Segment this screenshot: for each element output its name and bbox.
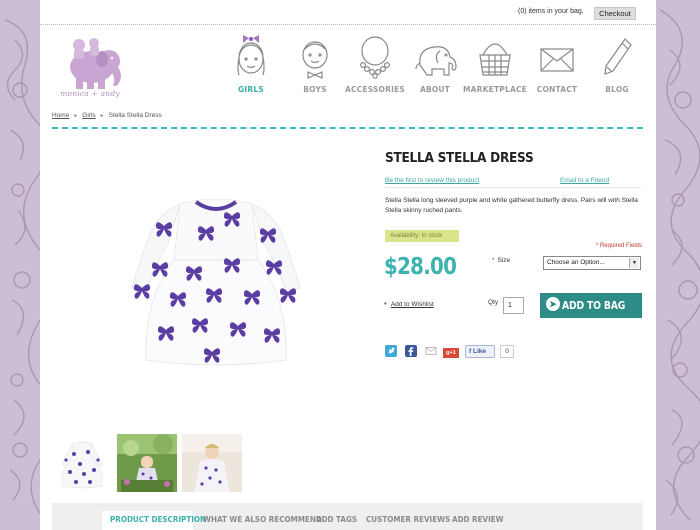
product-description: Stella Stella long sleeved purple and wh… <box>385 197 638 214</box>
twitter-icon[interactable] <box>385 345 397 357</box>
girl-face-icon <box>237 35 265 76</box>
google-plus-icon[interactable]: g+1 <box>443 348 459 358</box>
thumbs-up-icon: f <box>469 348 472 355</box>
like-count: 0 <box>500 345 514 358</box>
page-container: (0) items in your bag. Checkout monica +… <box>40 0 656 530</box>
product-price: $28.00 <box>384 254 457 280</box>
breadcrumb-separator-icon: ► <box>73 113 79 119</box>
logo-text: monica + andy <box>60 89 120 98</box>
breadcrumb: Home ► Girls ► Stella Stella Dress <box>52 112 162 119</box>
review-link[interactable]: Be the first to review this product <box>385 177 479 184</box>
product-title: STELLA STELLA DRESS <box>385 150 534 166</box>
thumbnail-dress[interactable] <box>52 434 112 492</box>
qty-input[interactable]: 1 <box>503 297 524 314</box>
email-friend-link[interactable]: Email to a Friend <box>560 177 609 184</box>
nav-item-girls[interactable]: GIRLS <box>214 35 288 94</box>
product-main-image[interactable] <box>102 192 330 370</box>
divider <box>385 187 641 188</box>
checkout-button[interactable]: Checkout <box>594 7 636 20</box>
size-label-text: Size <box>497 257 511 264</box>
bag-count-text: (0) items in your bag. <box>518 8 584 15</box>
breadcrumb-current: Stella Stella Dress <box>108 112 162 119</box>
qty-label: Qty <box>488 299 499 306</box>
facebook-icon[interactable] <box>405 345 417 357</box>
section-divider <box>52 127 643 129</box>
nav-label-girls: GIRLS <box>238 85 264 94</box>
nav-label-blog: BLOG <box>605 85 629 94</box>
like-label: Like <box>472 348 486 355</box>
email-share-icon[interactable] <box>425 345 437 357</box>
chevron-down-icon: ▼ <box>629 258 639 268</box>
breadcrumb-category-link[interactable]: Girls <box>82 112 95 119</box>
breadcrumb-separator-icon: ► <box>99 113 105 119</box>
availability-badge: Availability: In stock <box>385 230 459 242</box>
wishlist-label: Add to Wishlist <box>390 301 434 308</box>
add-to-bag-button[interactable]: ➤ ADD TO BAG <box>540 293 642 318</box>
tab-product-description[interactable]: PRODUCT DESCRIPTION <box>110 515 206 524</box>
thumbnail-child-photo[interactable] <box>182 434 242 492</box>
pencil-icon <box>604 38 632 75</box>
add-to-wishlist-link[interactable]: • Add to Wishlist <box>384 299 434 308</box>
tab-add-review[interactable]: ADD REVIEW <box>452 515 504 524</box>
envelope-icon <box>540 48 574 72</box>
tab-add-tags[interactable]: ADD TAGS <box>316 515 357 524</box>
tab-what-we-also-recommend[interactable]: WHAT WE ALSO RECOMMEND <box>203 515 322 524</box>
top-bar: (0) items in your bag. Checkout <box>40 0 656 24</box>
top-divider <box>40 24 656 25</box>
necklace-icon <box>359 36 391 79</box>
boy-face-icon <box>302 41 328 79</box>
breadcrumb-home-link[interactable]: Home <box>52 112 69 119</box>
bullet-icon: • <box>384 299 387 308</box>
elephant-icon <box>415 46 457 76</box>
required-fields-note: * Required Fields <box>596 243 643 249</box>
thumbnail-garden-photo[interactable] <box>117 434 177 492</box>
facebook-like-button[interactable]: f Like <box>465 345 495 358</box>
add-to-bag-label: ADD TO BAG <box>562 299 626 312</box>
size-select-value: Choose an Option... <box>547 259 605 266</box>
nav-item-blog[interactable]: BLOG <box>580 35 654 94</box>
basket-icon <box>479 43 511 76</box>
required-star: * <box>492 257 495 264</box>
logo-elephant-icon[interactable] <box>54 31 126 97</box>
arrow-right-icon: ➤ <box>546 297 560 311</box>
size-label: * Size <box>492 257 510 264</box>
tab-customer-reviews[interactable]: CUSTOMER REVIEWS <box>366 515 450 524</box>
size-select[interactable]: Choose an Option... ▼ <box>543 256 641 270</box>
